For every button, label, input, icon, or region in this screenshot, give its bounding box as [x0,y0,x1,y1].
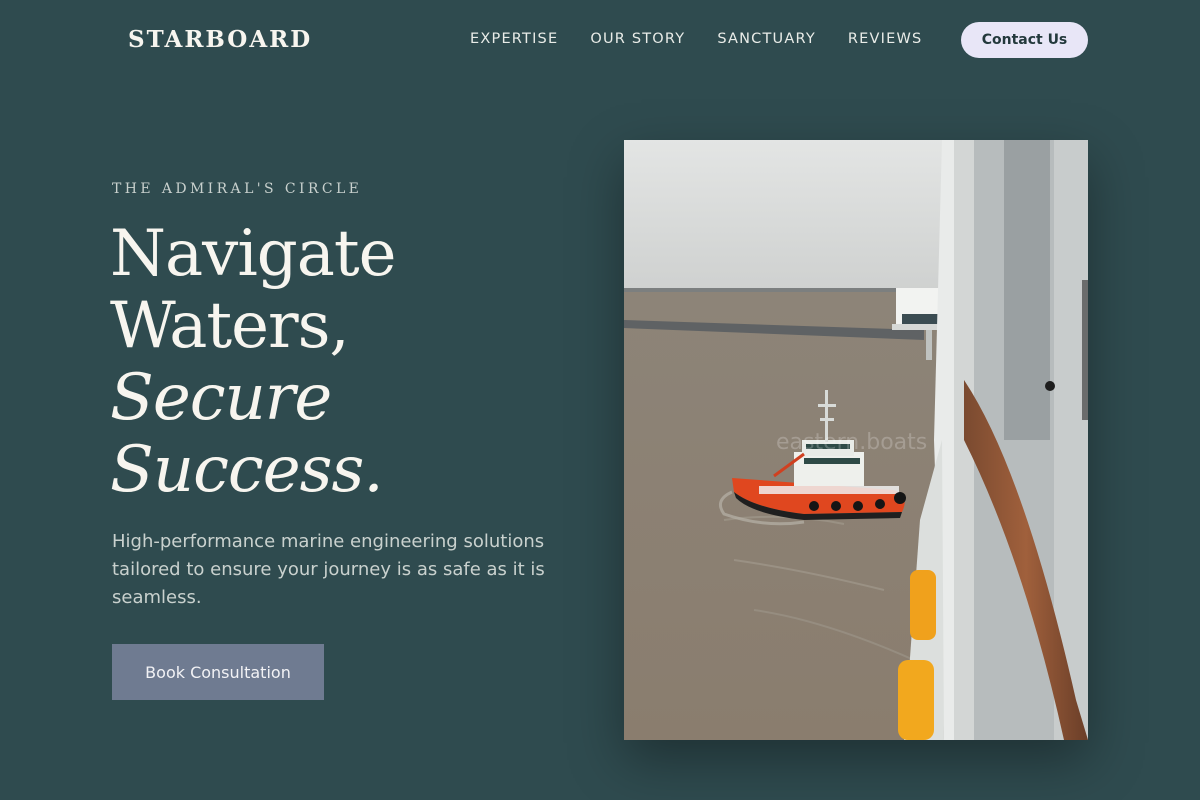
site-header: STARBOARD EXPERTISE OUR STORY SANCTUARY … [0,0,1200,80]
nav-link-expertise[interactable]: EXPERTISE [470,31,558,47]
headline-line-4: Success. [110,433,384,507]
hero-image-tugboat: eastern.boats [624,140,1088,740]
hero-eyebrow: THE ADMIRAL'S CIRCLE [112,181,363,197]
hero-description: High-performance marine engineering solu… [112,531,545,608]
headline-line-1: Navigate [110,217,397,291]
book-consultation-button[interactable]: Book Consultation [112,644,324,700]
hero-headline: Navigate Waters, Secure Success. [110,218,570,506]
contact-button[interactable]: Contact Us [961,22,1088,58]
main-nav: EXPERTISE OUR STORY SANCTUARY REVIEWS [470,31,954,47]
nav-link-our-story[interactable]: OUR STORY [590,31,685,47]
headline-line-3: Secure [110,361,332,435]
image-watermark: eastern.boats [776,430,928,455]
headline-line-2: Waters, [110,289,350,363]
nav-link-reviews[interactable]: REVIEWS [848,31,923,47]
nav-link-sanctuary[interactable]: SANCTUARY [717,31,816,47]
brand-logo[interactable]: STARBOARD [128,26,312,53]
